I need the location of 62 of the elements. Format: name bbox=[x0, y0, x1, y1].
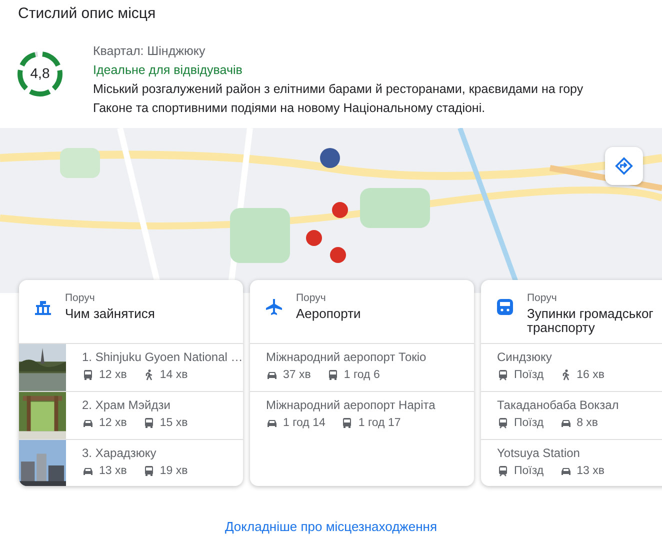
travel-time: Поїзд bbox=[514, 369, 544, 381]
card-title: Чим зайнятися bbox=[65, 307, 156, 321]
place-name: Міжнародний аеропорт Наріта bbox=[266, 398, 436, 412]
travel-time: 1 год 14 bbox=[283, 417, 326, 429]
travel-time: 8 хв bbox=[576, 417, 598, 429]
train-icon bbox=[495, 297, 515, 317]
travel-time: 12 хв bbox=[99, 369, 127, 381]
card-title: Зупинки громадськог транспорту bbox=[527, 307, 654, 335]
place-name: Yotsuya Station bbox=[497, 446, 581, 460]
travel-time: 37 хв bbox=[283, 369, 311, 381]
place-row[interactable]: Міжнародний аеропорт Токіо 37 хв 1 год 6 bbox=[250, 344, 474, 392]
tagline: Ідеальне для відвідувачів bbox=[93, 62, 244, 79]
place-row[interactable]: Такаданобаба Вокзал Поїзд 8 хв bbox=[481, 392, 662, 440]
bus-icon bbox=[142, 465, 155, 477]
travel-time: Поїзд bbox=[514, 417, 544, 429]
place-name: Міжнародний аеропорт Токіо bbox=[266, 350, 426, 364]
place-row[interactable]: Міжнародний аеропорт Наріта 1 год 14 1 год 17 bbox=[250, 392, 474, 439]
car-icon bbox=[82, 417, 94, 429]
place-name: 2. Храм Мэйдзи bbox=[82, 398, 172, 412]
car-icon bbox=[266, 369, 278, 381]
travel-time: Поїзд bbox=[514, 465, 544, 477]
place-name: Такаданобаба Вокзал bbox=[497, 398, 619, 412]
train-icon bbox=[497, 417, 509, 429]
bus-icon bbox=[82, 369, 94, 381]
section-title: Стислий опис місця bbox=[17, 4, 157, 24]
bus-icon bbox=[142, 417, 155, 429]
rating-value: 4,8 bbox=[29, 65, 51, 81]
place-row[interactable]: 1. Shinjuku Gyoen National … 12 хв 14 хв bbox=[19, 344, 243, 392]
train-icon bbox=[497, 465, 509, 477]
card-eyebrow: Поруч bbox=[65, 292, 96, 304]
car-icon bbox=[560, 465, 572, 477]
travel-time: 14 хв bbox=[160, 369, 188, 381]
more-link[interactable]: Докладніше про місцезнаходження bbox=[224, 519, 437, 534]
directions-icon bbox=[615, 157, 633, 175]
travel-time: 19 хв bbox=[160, 465, 188, 477]
place-name: 1. Shinjuku Gyoen National … bbox=[82, 350, 243, 364]
card-eyebrow: Поруч bbox=[527, 292, 558, 304]
train-icon bbox=[497, 369, 509, 381]
place-row[interactable]: Yotsuya Station Поїзд 13 хв bbox=[481, 440, 662, 486]
car-icon bbox=[266, 417, 278, 429]
directions-button[interactable] bbox=[605, 147, 643, 185]
car-icon bbox=[560, 417, 572, 429]
travel-time: 1 год 17 bbox=[358, 417, 401, 429]
airplane-icon bbox=[264, 297, 284, 317]
card-eyebrow: Поруч bbox=[296, 292, 327, 304]
place-row[interactable]: 2. Храм Мэйдзи 12 хв 15 хв bbox=[19, 392, 243, 440]
travel-time: 1 год 6 bbox=[344, 369, 380, 381]
bus-icon bbox=[326, 369, 339, 381]
travel-time: 13 хв bbox=[99, 465, 127, 477]
travel-time: 15 хв bbox=[160, 417, 188, 429]
travel-time: 16 хв bbox=[576, 369, 604, 381]
description: Міський розгалужений район з елітними барами й ресторанами, краєвидами на гору Гаконе та спортивними подіями на новому Національному стадіоні. bbox=[93, 81, 584, 117]
place-name: Синдзюку bbox=[497, 350, 553, 364]
card-title: Аеропорти bbox=[296, 307, 362, 321]
travel-time: 12 хв bbox=[99, 417, 127, 429]
place-name: 3. Харадзюку bbox=[82, 446, 158, 460]
bus-icon bbox=[341, 417, 354, 429]
car-icon bbox=[82, 465, 94, 477]
travel-time: 13 хв bbox=[576, 465, 604, 477]
place-row[interactable]: 3. Харадзюку 13 хв 19 хв bbox=[19, 440, 243, 486]
place-row[interactable]: Синдзюку Поїзд 16 хв bbox=[481, 344, 662, 392]
district-label: Квартал: Шінджюку bbox=[93, 43, 206, 60]
